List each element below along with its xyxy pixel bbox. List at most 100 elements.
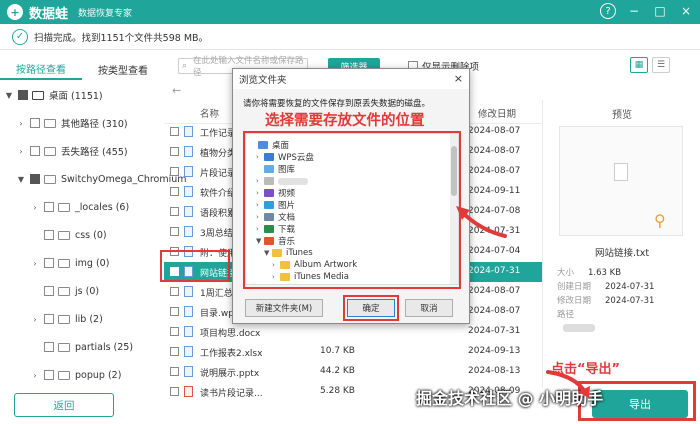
tab-by-path[interactable]: 按路径查看 [0,58,82,80]
file-name: 说明展示.pptx [200,369,260,379]
tree-node-label: 丢失路径 (455) [61,147,128,158]
checkbox[interactable] [18,90,28,100]
checkbox[interactable] [44,286,54,296]
preview-modified-row: 修改日期 2024-07-31 [557,294,654,306]
path-label: 路径 [557,310,575,320]
tree-node-img[interactable]: › img (0) [30,253,109,273]
file-date: 2024-09-11 [468,186,521,196]
table-row[interactable]: 工作报表2.xlsx 10.7 KB 2024-09-13 [164,342,542,362]
chevron-right-icon[interactable]: › [16,119,26,128]
tree-node-switchyomega[interactable]: ▼ SwitchyOmega_Chromium [16,169,187,189]
folder-icon [44,146,56,156]
folder-icon [58,202,70,212]
file-name: 读书片段记录... [200,389,263,399]
tree-node-label: _locales (6) [75,201,130,213]
checkbox[interactable] [170,147,179,156]
file-name: 工作报表2.xlsx [200,349,263,359]
checkbox[interactable] [170,167,179,176]
checkbox[interactable] [44,370,54,380]
search-icon: ⌕ [182,61,188,71]
checkbox[interactable] [170,387,179,396]
checkbox[interactable] [170,207,179,216]
size-value: 1.63 KB [588,268,622,278]
tree-node-lib[interactable]: › lib (2) [30,309,102,329]
file-date: 2024-08-13 [468,366,521,376]
checkbox[interactable] [44,202,54,212]
checkbox[interactable] [44,230,54,240]
tree-node-label: 其他路径 (310) [61,119,128,130]
preview-created-row: 创建日期 2024-07-31 [557,280,654,292]
computer-icon [32,90,44,100]
checkbox[interactable] [170,367,179,376]
checkbox[interactable] [170,187,179,196]
checkbox[interactable] [170,227,179,236]
checkbox[interactable] [170,327,179,336]
preview-filename: 网站链接.txt [594,248,650,259]
grid-icon[interactable]: ▦ [630,57,648,73]
chevron-right-icon[interactable]: › [30,259,40,268]
table-row[interactable]: 项目构思.docx 2024-07-31 [164,322,542,342]
folder-icon [58,370,70,380]
checkbox[interactable] [170,347,179,356]
dialog-title-bar: 浏览文件夹 × [233,69,469,89]
folder-icon [58,230,70,240]
checkbox[interactable] [30,174,40,184]
magnifier-icon[interactable]: ⚲ [654,211,666,230]
column-name[interactable]: 名称 [200,106,219,120]
column-date[interactable]: 修改日期 [478,106,516,120]
chevron-right-icon[interactable]: › [30,315,40,324]
file-date: 2024-08-07 [468,146,521,156]
table-row[interactable]: 说明展示.pptx 44.2 KB 2024-08-13 [164,362,542,382]
tree-node-js[interactable]: js (0) [30,281,99,301]
tree-node-partials[interactable]: partials (25) [30,337,133,357]
back-button[interactable]: 返回 [14,393,114,417]
checkbox[interactable] [44,258,54,268]
close-icon[interactable]: × [454,72,463,85]
file-icon [184,286,193,297]
chevron-right-icon[interactable]: › [30,203,40,212]
new-folder-button[interactable]: 新建文件夹(M) [245,299,323,317]
checkbox[interactable] [170,127,179,136]
folder-icon [58,258,70,268]
file-icon [184,186,193,197]
minimize-icon[interactable]: − [626,3,642,19]
chevron-down-icon[interactable]: ▼ [4,91,14,100]
checkbox[interactable] [44,342,54,352]
file-icon [184,386,193,397]
blurred-path [563,324,595,332]
close-icon[interactable]: × [678,3,694,19]
tree-node-popup[interactable]: › popup (2) [30,365,121,385]
folder-icon [44,118,56,128]
view-tabs: 按路径查看 按类型查看 [0,58,164,80]
file-icon [184,366,193,377]
restore-icon[interactable]: □ [652,3,668,19]
tree-node-desktop[interactable]: ▼ 桌面 (1151) [4,85,103,105]
list-icon[interactable]: ☰ [652,57,670,73]
file-icon [184,226,193,237]
checkbox[interactable] [44,314,54,324]
folder-icon [58,286,70,296]
chevron-right-icon[interactable]: › [16,147,26,156]
checkbox[interactable] [30,118,40,128]
chevron-down-icon[interactable]: ▼ [16,175,26,184]
file-date: 2024-08-07 [468,166,521,176]
checkbox[interactable] [170,307,179,316]
help-icon[interactable]: ? [600,3,616,19]
checkbox[interactable] [170,287,179,296]
tree-node-lost-paths[interactable]: › 丢失路径 (455) [16,141,128,161]
tab-by-type[interactable]: 按类型查看 [82,58,164,80]
chevron-right-icon[interactable]: › [30,371,40,380]
folder-tree-highlight [243,131,461,289]
tree-node-css[interactable]: css (0) [30,225,107,245]
tree-node-locales[interactable]: › _locales (6) [30,197,129,217]
tree-node-other-paths[interactable]: › 其他路径 (310) [16,113,128,133]
checkbox[interactable] [30,146,40,156]
file-date: 2024-08-07 [468,286,521,296]
tree-node-label: 桌面 (1151) [49,91,103,102]
cancel-button[interactable]: 取消 [405,299,453,317]
tree-node-label: js (0) [75,285,100,297]
folder-tree: ▼ 桌面 (1151) › 其他路径 (310) › 丢失路径 (455) ▼ … [0,82,187,388]
modified-label: 修改日期 [557,296,592,306]
nav-back-icon[interactable]: ← [172,84,181,97]
file-date: 2024-07-04 [468,246,521,256]
